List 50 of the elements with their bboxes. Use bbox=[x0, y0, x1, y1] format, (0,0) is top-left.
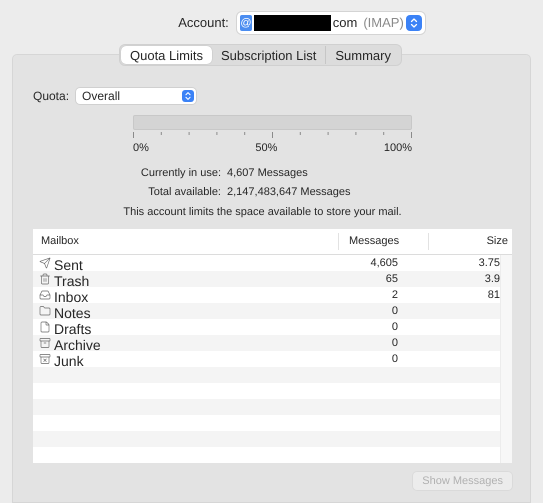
messages-cell-text: 0 bbox=[390, 304, 399, 319]
messages-cell-text: 0 bbox=[390, 336, 399, 351]
mailbox-name: Junk bbox=[54, 352, 84, 368]
stat-value: 2,147,483,647 Messages bbox=[227, 185, 351, 200]
account-popup[interactable]: @ com (IMAP) bbox=[236, 12, 425, 34]
mailbox-name: Archive bbox=[54, 336, 101, 352]
column-header[interactable]: Mailbox bbox=[33, 233, 338, 250]
size-cell-text: 3.9 bbox=[484, 272, 500, 287]
mailbox-name: Sent bbox=[54, 256, 83, 272]
messages-cell-text: 65 bbox=[384, 272, 399, 287]
trash-icon bbox=[39, 273, 51, 285]
tick-label: 100% bbox=[384, 141, 412, 156]
account-domain: com bbox=[332, 14, 358, 32]
messages-cell-text: 2 bbox=[390, 288, 399, 303]
mailbox-name: Trash bbox=[54, 272, 90, 288]
quota-note: This account limits the space available to store your mail. bbox=[123, 206, 402, 218]
tab[interactable]: Subscription List bbox=[212, 46, 326, 64]
stepper-icon bbox=[182, 90, 194, 102]
column-header[interactable]: Size bbox=[428, 233, 512, 250]
size-cell-text: 3.75 bbox=[478, 256, 500, 271]
junk-box-icon bbox=[39, 353, 51, 365]
messages-cell-text: 0 bbox=[390, 352, 399, 367]
paper-plane-icon bbox=[39, 257, 51, 269]
mailbox-name: Inbox bbox=[54, 288, 88, 304]
tick-label: 0% bbox=[133, 141, 149, 156]
stat-value: 4,607 Messages bbox=[227, 166, 308, 180]
size-cell-text: 81 bbox=[486, 288, 500, 303]
mailbox-row[interactable]: Archive 0 bbox=[33, 335, 500, 351]
document-icon bbox=[39, 321, 51, 333]
messages-cell-text: 0 bbox=[390, 320, 399, 335]
archive-box-icon bbox=[39, 337, 51, 349]
tab[interactable]: Summary bbox=[325, 46, 400, 64]
tab[interactable]: Quota Limits bbox=[121, 46, 212, 64]
mailbox-name: Drafts bbox=[54, 320, 92, 336]
account-type: (IMAP) bbox=[363, 14, 404, 32]
at-badge-icon: @ bbox=[240, 15, 252, 31]
quota-label: Quota: bbox=[33, 88, 70, 105]
column-header[interactable]: Messages bbox=[338, 233, 428, 250]
tick-label: 50% bbox=[255, 141, 278, 156]
quota-popup[interactable]: Overall bbox=[76, 88, 196, 104]
tray-icon bbox=[39, 289, 51, 301]
mailbox-row[interactable]: Trash 65 3.9 bbox=[33, 271, 500, 287]
mailbox-name: Notes bbox=[54, 304, 91, 320]
stat-label: Total available: bbox=[147, 185, 221, 200]
stat-label: Currently in use: bbox=[140, 166, 221, 180]
folder-icon bbox=[39, 305, 51, 317]
stepper-icon bbox=[406, 15, 422, 31]
mailbox-row[interactable]: Notes 0 bbox=[33, 303, 500, 319]
account-label: Account: bbox=[178, 14, 229, 32]
messages-cell-text: 4,605 bbox=[369, 256, 399, 271]
